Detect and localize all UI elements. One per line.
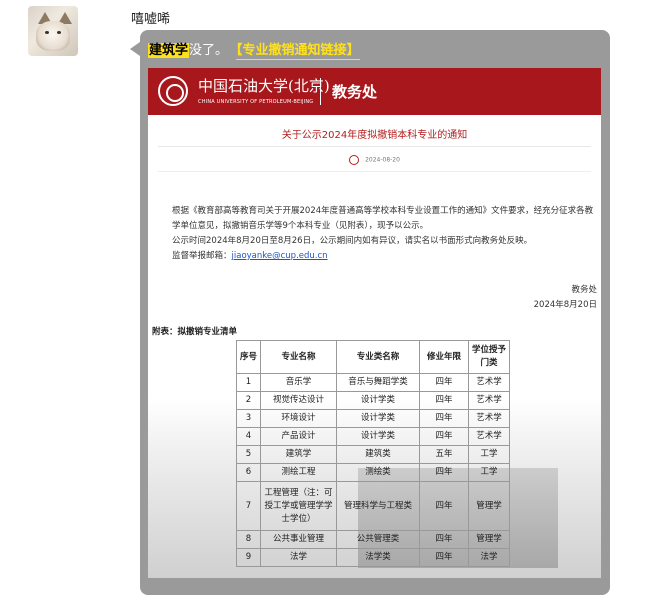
table-row: 9 法学 法学类 四年 法学 (236, 548, 510, 567)
cell-degree: 艺术学 (468, 373, 510, 392)
cat-eye-right (57, 31, 61, 34)
cell-duration: 四年 (419, 548, 469, 567)
cell-major: 工程管理（注：可授工学或管理学学士学位） (260, 481, 337, 531)
cell-major: 法学 (260, 548, 337, 567)
revoked-majors-table: 序号 专业名称 专业类名称 修业年限 学位授予门类 1 音乐学 音乐与舞蹈学类 … (236, 340, 510, 567)
cat-face (36, 21, 70, 51)
cell-index: 9 (236, 548, 261, 567)
table-row: 4 产品设计 设计学类 四年 艺术学 (236, 427, 510, 446)
cell-duration: 四年 (419, 481, 469, 531)
cell-index: 5 (236, 445, 261, 464)
university-seal-icon (158, 76, 188, 106)
cell-index: 1 (236, 373, 261, 392)
title-divider (158, 146, 591, 147)
university-name: 中国石油大学(北京) (198, 77, 330, 95)
notice-link[interactable]: 【专业撤销通知链接】 (236, 43, 360, 60)
signature-date: 2024年8月20日 (533, 300, 597, 310)
publish-date-text: 2024-08-20 (365, 156, 400, 164)
date-divider (158, 171, 591, 172)
sender-avatar[interactable] (28, 6, 78, 56)
cell-duration: 四年 (419, 409, 469, 428)
cell-category: 设计学类 (336, 409, 420, 428)
cell-duration: 五年 (419, 445, 469, 464)
signature-org: 教务处 (571, 285, 597, 295)
cell-degree: 工学 (468, 445, 510, 464)
cell-index: 8 (236, 530, 261, 549)
notice-paragraph-1: 根据《教育部高等教育司关于开展2024年度普通高等学校本科专业设置工作的通知》文… (172, 206, 594, 231)
bubble-tail (130, 42, 140, 56)
cell-category: 法学类 (336, 548, 420, 567)
cell-category: 建筑类 (336, 445, 420, 464)
header-index: 序号 (236, 340, 261, 374)
sender-name: 嘻嘘唏 (131, 12, 171, 27)
cell-index: 7 (236, 481, 261, 531)
cell-major: 测绘工程 (260, 463, 337, 482)
cell-duration: 四年 (419, 373, 469, 392)
table-row: 7 工程管理（注：可授工学或管理学学士学位） 管理科学与工程类 四年 管理学 (236, 481, 510, 531)
cell-category: 设计学类 (336, 427, 420, 446)
cell-index: 6 (236, 463, 261, 482)
banner-divider (320, 78, 321, 105)
highlighted-keyword: 建筑学 (148, 43, 190, 58)
cell-major: 音乐学 (260, 373, 337, 392)
cell-category: 管理科学与工程类 (336, 481, 420, 531)
notice-title: 关于公示2024年度拟撤销本科专业的通知 (281, 130, 468, 141)
header-major: 专业名称 (260, 340, 337, 374)
university-name-en: CHINA UNIVERSITY OF PETROLEUM-BEIJING (198, 99, 314, 105)
cell-degree: 工学 (468, 463, 510, 482)
notice-body: 根据《教育部高等教育司关于开展2024年度普通高等学校本科专业设置工作的通知》文… (152, 204, 596, 264)
cell-duration: 四年 (419, 463, 469, 482)
notice-screenshot[interactable]: 中国石油大学(北京) CHINA UNIVERSITY OF PETROLEUM… (148, 68, 601, 578)
notice-paragraph-2: 公示时间2024年8月20日至8月26日，公示期间内如有异议，请实名以书面形式向… (172, 236, 533, 246)
table-row: 6 测绘工程 测绘类 四年 工学 (236, 463, 510, 482)
cell-duration: 四年 (419, 530, 469, 549)
cell-category: 设计学类 (336, 391, 420, 410)
cell-category: 音乐与舞蹈学类 (336, 373, 420, 392)
cell-major: 产品设计 (260, 427, 337, 446)
table-row: 3 环境设计 设计学类 四年 艺术学 (236, 409, 510, 428)
table-row: 1 音乐学 音乐与舞蹈学类 四年 艺术学 (236, 373, 510, 392)
publish-date: 2024-08-20 (148, 155, 601, 165)
clock-icon (349, 155, 360, 165)
cell-degree: 艺术学 (468, 427, 510, 446)
cell-category: 公共管理类 (336, 530, 420, 549)
cell-index: 3 (236, 409, 261, 428)
header-category: 专业类名称 (336, 340, 420, 374)
header-duration: 修业年限 (419, 340, 469, 374)
cell-major: 公共事业管理 (260, 530, 337, 549)
cell-index: 2 (236, 391, 261, 410)
cell-degree: 管理学 (468, 481, 510, 531)
cell-duration: 四年 (419, 427, 469, 446)
table-row: 2 视觉传达设计 设计学类 四年 艺术学 (236, 391, 510, 410)
cell-degree: 法学 (468, 548, 510, 567)
appendix-title: 附表：拟撤销专业清单 (152, 327, 238, 337)
message-body: 没了。 (189, 43, 229, 58)
report-label: 监督举报邮箱： (172, 251, 232, 261)
cell-degree: 艺术学 (468, 409, 510, 428)
header-degree: 学位授予门类 (468, 340, 510, 374)
cell-index: 4 (236, 427, 261, 446)
report-line: 监督举报邮箱：jiaoyanke@cup.edu.cn (152, 249, 596, 264)
table-row: 5 建筑学 建筑类 五年 工学 (236, 445, 510, 464)
cell-duration: 四年 (419, 391, 469, 410)
table-row: 8 公共事业管理 公共管理类 四年 管理学 (236, 530, 510, 549)
cell-major: 视觉传达设计 (260, 391, 337, 410)
cell-major: 环境设计 (260, 409, 337, 428)
table-header-row: 序号 专业名称 专业类名称 修业年限 学位授予门类 (236, 340, 510, 374)
cell-degree: 艺术学 (468, 391, 510, 410)
university-banner: 中国石油大学(北京) CHINA UNIVERSITY OF PETROLEUM… (148, 68, 601, 115)
report-email-link[interactable]: jiaoyanke@cup.edu.cn (232, 251, 328, 261)
cell-category: 测绘类 (336, 463, 420, 482)
message-text: 建筑学没了。 【专业撤销通知链接】 (148, 39, 360, 60)
cell-major: 建筑学 (260, 445, 337, 464)
department-name: 教务处 (332, 83, 378, 101)
cell-degree: 管理学 (468, 530, 510, 549)
cat-eye-left (45, 31, 49, 34)
